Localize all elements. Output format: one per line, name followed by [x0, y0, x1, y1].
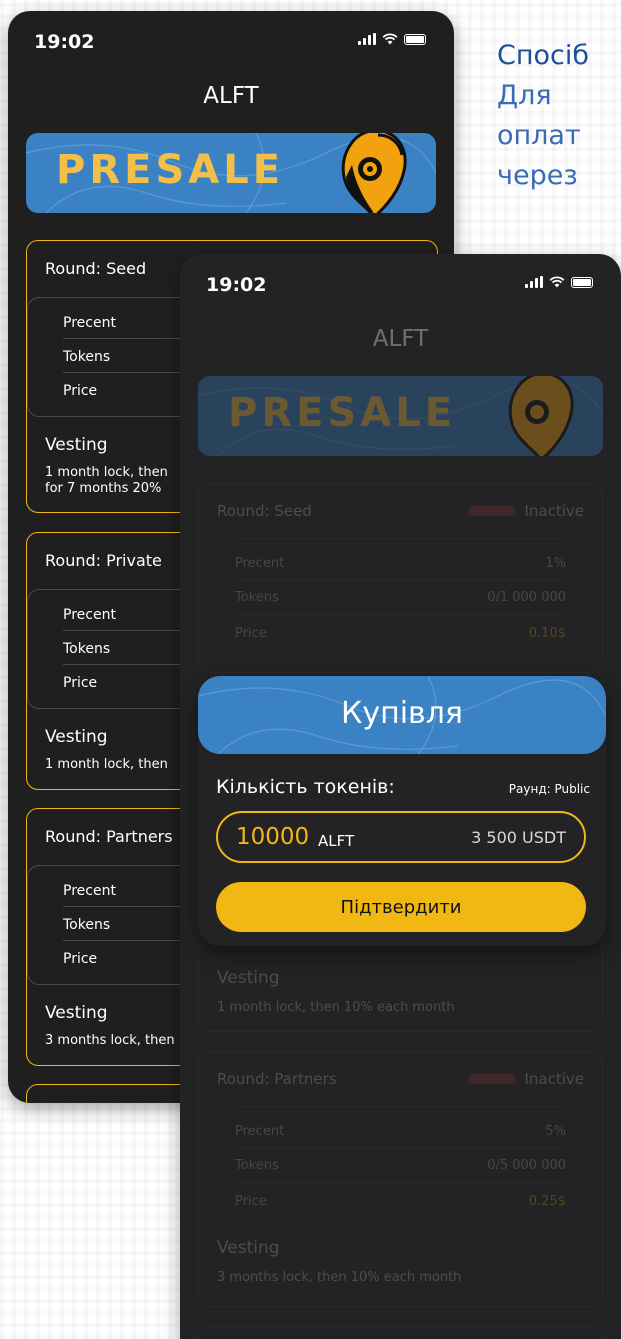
precent-label: Precent: [235, 556, 285, 571]
price-label: Price: [63, 383, 98, 399]
tokens-value: 0/5 000 000: [487, 1158, 566, 1173]
status-bar: 19:02: [8, 11, 454, 71]
vesting-text: 3 months lock, then 10% each month: [217, 1270, 462, 1285]
round-label: Раунд: Public: [508, 782, 590, 796]
side-text-line-1: Спосіб: [497, 40, 590, 71]
tokens-label: Tokens: [63, 641, 111, 657]
side-text-line-3: оплат: [497, 120, 581, 151]
mascot-icon: [341, 133, 407, 213]
divider: [235, 614, 566, 615]
wifi-icon: [382, 33, 398, 45]
side-text-line-2: Для: [497, 80, 552, 111]
vesting-heading: Vesting: [45, 727, 108, 747]
vesting-heading: Vesting: [217, 1238, 280, 1258]
precent-label: Precent: [63, 607, 116, 623]
presale-banner: PRESALE: [198, 376, 603, 456]
vesting-heading: Vesting: [217, 968, 280, 988]
round-card-private-bottom[interactable]: Vesting 1 month lock, then 10% each mont…: [198, 944, 603, 1032]
presale-banner: PRESALE: [26, 133, 436, 213]
precent-label: Precent: [63, 315, 116, 331]
price-label: Price: [235, 626, 267, 641]
round-card-seed[interactable]: Round: Seed Inactive Precent 1% Tokens 0…: [198, 483, 603, 673]
purchase-modal: Купівля Кількість токенів: Раунд: Public…: [198, 676, 606, 946]
inactive-indicator-icon: [468, 1074, 517, 1084]
tokens-label: Tokens: [235, 590, 279, 605]
vesting-heading: Vesting: [45, 1003, 108, 1023]
precent-value: 1%: [545, 556, 566, 571]
status-badge: Inactive: [468, 502, 584, 520]
price-value: 0.25$: [528, 1194, 566, 1209]
round-title: Round: Seed: [217, 502, 312, 520]
battery-icon: [404, 33, 426, 45]
precent-label: Precent: [63, 883, 116, 899]
modal-title: Купівля: [341, 696, 463, 731]
round-card-next[interactable]: [198, 1326, 603, 1339]
token-amount-input[interactable]: 10000 ALFT 3 500 USDT: [216, 811, 586, 863]
price-label: Price: [63, 951, 98, 967]
app-title: ALFT: [203, 83, 259, 109]
precent-value: 5%: [545, 1124, 566, 1139]
tokens-label: Tokens: [235, 1158, 279, 1173]
round-title: Round: Partners: [217, 1070, 337, 1088]
tokens-label: Tokens: [63, 917, 111, 933]
round-title: Round: Seed: [45, 259, 147, 278]
status-time: 19:02: [34, 31, 95, 53]
tokens-value: 0/1 000 000: [487, 590, 566, 605]
divider: [235, 580, 566, 581]
tokens-label: Tokens: [63, 349, 111, 365]
modal-header: Купівля: [198, 676, 606, 754]
price-label: Price: [235, 1194, 267, 1209]
wifi-icon: [549, 276, 565, 288]
status-badge: Inactive: [468, 1070, 584, 1088]
usdt-equivalent: 3 500 USDT: [471, 828, 566, 847]
vesting-heading: Vesting: [45, 435, 108, 455]
amount-value: 10000: [236, 824, 310, 850]
app-title: ALFT: [372, 326, 429, 352]
round-title: Round: Private: [45, 551, 162, 570]
divider: [235, 1182, 566, 1183]
status-text: Inactive: [524, 502, 584, 520]
battery-icon: [571, 276, 593, 288]
status-text: Inactive: [524, 1070, 584, 1088]
precent-label: Precent: [235, 1124, 285, 1139]
quantity-label: Кількість токенів:: [216, 776, 395, 798]
round-title: Round: Partners: [45, 827, 173, 846]
divider: [235, 1148, 566, 1149]
side-text-fragment: Спосіб Для оплат через: [497, 36, 621, 196]
status-bar: 19:02: [180, 254, 621, 314]
inactive-indicator-icon: [468, 506, 517, 516]
signal-icon: [525, 276, 543, 288]
signal-icon: [358, 33, 376, 45]
banner-word: PRESALE: [56, 147, 285, 193]
vesting-text: 1 month lock, then 10% each month: [217, 1000, 455, 1015]
price-label: Price: [63, 675, 98, 691]
round-card-partners[interactable]: Round: Partners Inactive Precent 5% Toke…: [198, 1051, 603, 1307]
divider: [235, 1106, 566, 1107]
banner-word: PRESALE: [228, 390, 457, 436]
side-text-line-4: через: [497, 160, 578, 191]
divider: [235, 538, 566, 539]
confirm-button[interactable]: Підтвердити: [216, 882, 586, 932]
status-time: 19:02: [206, 274, 267, 296]
price-value: 0.10$: [528, 626, 566, 641]
amount-unit: ALFT: [318, 832, 355, 850]
mascot-icon: [508, 376, 574, 456]
